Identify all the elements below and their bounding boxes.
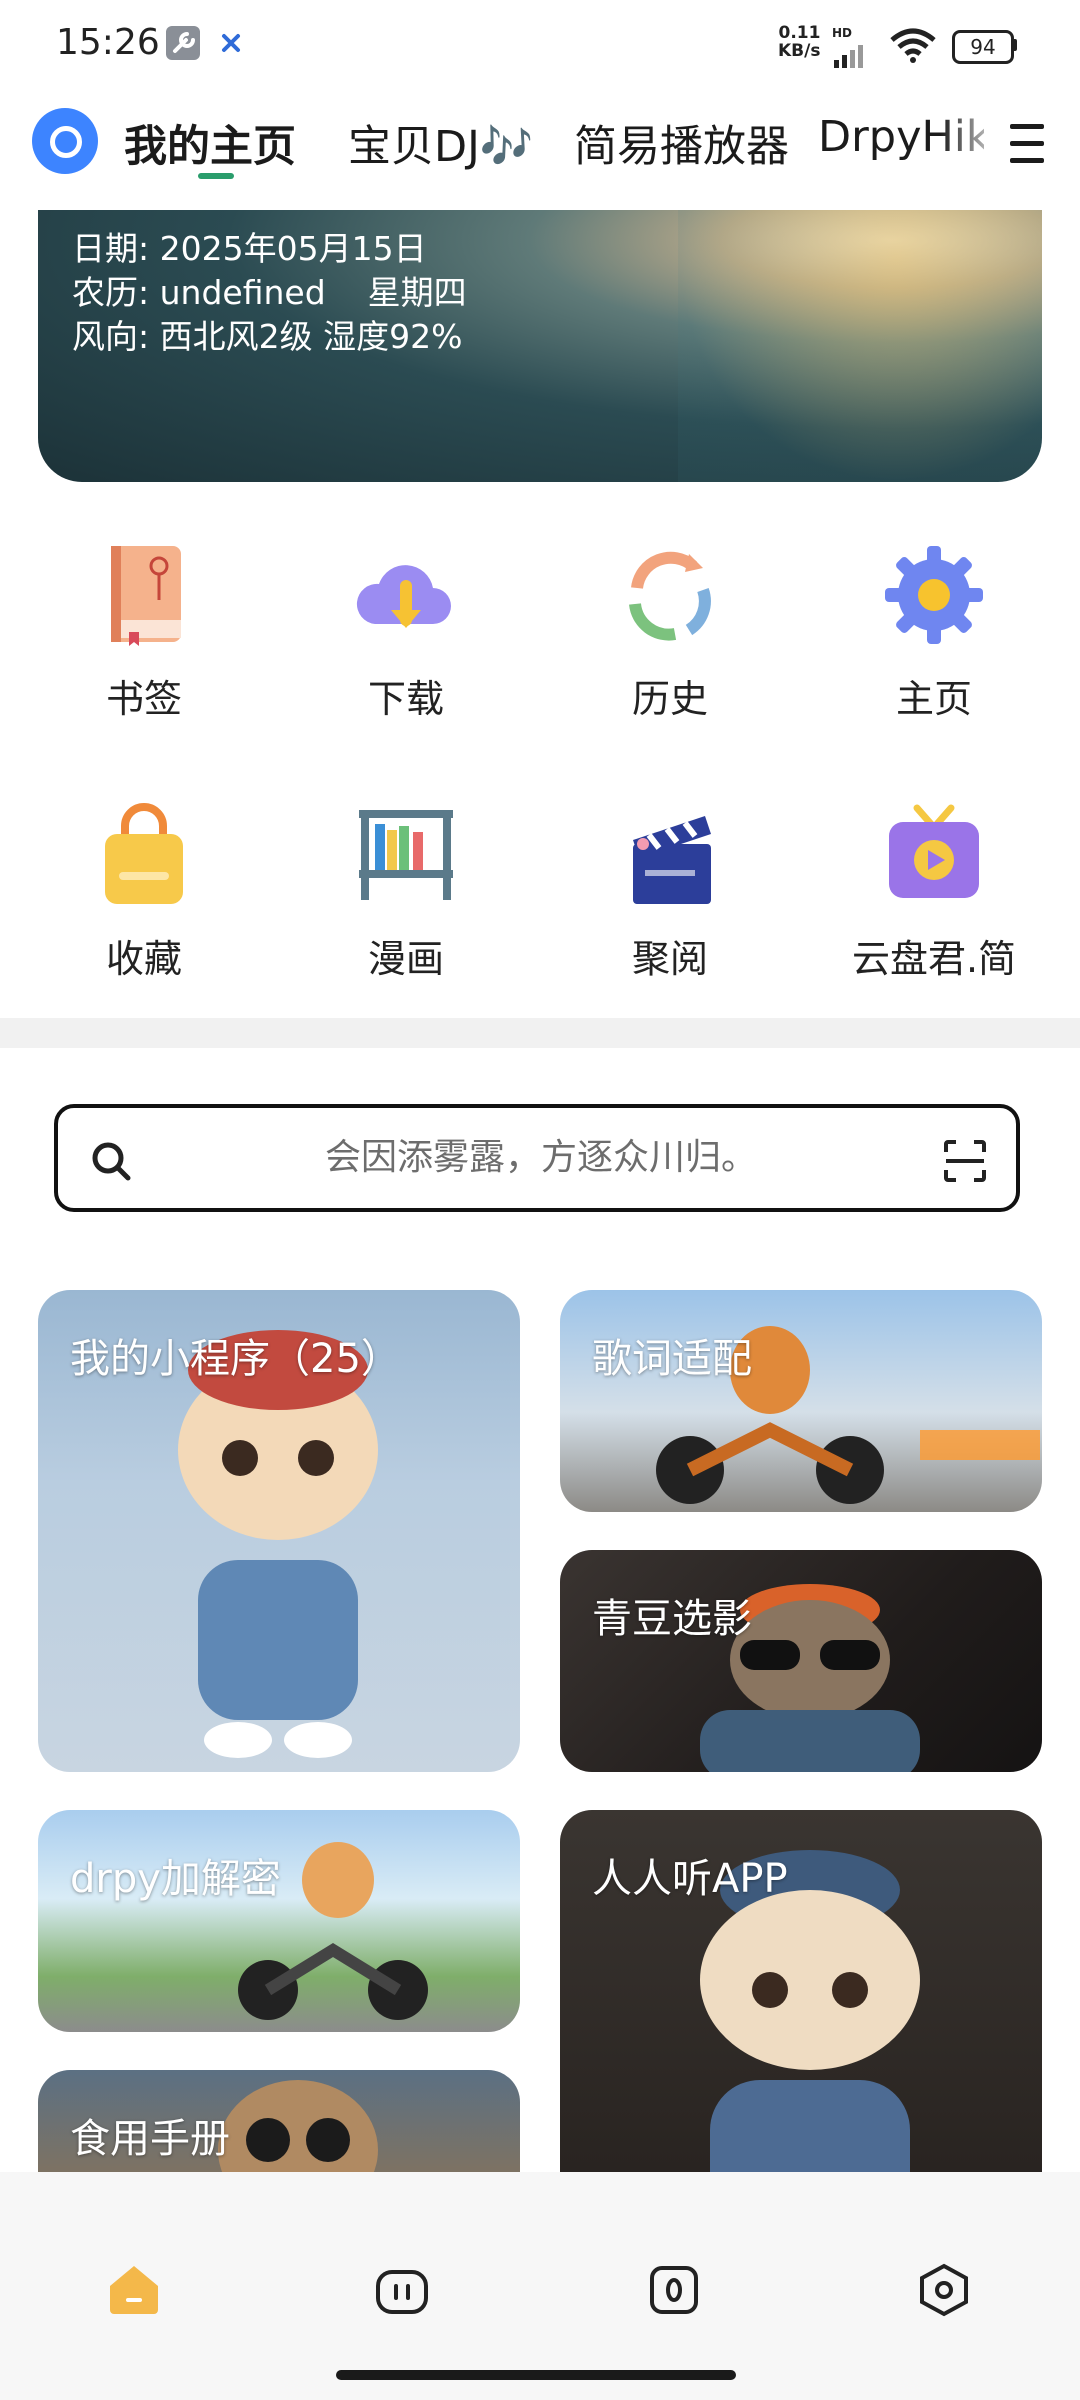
- card-drpy-crypto[interactable]: drpy加解密: [38, 1810, 520, 2032]
- search-input[interactable]: 会因添雾露，方逐众川归。: [58, 1108, 1024, 1208]
- card-title: 歌词适配: [592, 1336, 752, 1382]
- grid-label: 漫画: [367, 937, 444, 981]
- history-cycle-icon: [615, 540, 725, 650]
- grid-item-juyue[interactable]: 聚阅: [540, 800, 800, 983]
- tv-play-icon: [879, 800, 989, 910]
- grid-label: 历史: [631, 677, 708, 721]
- scan-icon[interactable]: [942, 1138, 986, 1182]
- card-mini-programs[interactable]: 我的小程序（25）: [38, 1290, 520, 1772]
- clapperboard-icon: [615, 800, 725, 910]
- shopping-bag-icon: [89, 800, 199, 910]
- card-renrenting[interactable]: 人人听APP: [560, 1810, 1042, 2210]
- search-box[interactable]: 会因添雾露，方逐众川归。: [54, 1104, 1020, 1212]
- tab-home[interactable]: 我的主页: [124, 112, 296, 174]
- weather-lunar: 农历: undefined 星期四: [72, 273, 467, 312]
- grid-item-comics[interactable]: 漫画: [276, 800, 536, 983]
- logo-ring-icon: [50, 126, 82, 158]
- wifi-icon: [888, 26, 938, 68]
- card-title: 青豆选影: [592, 1596, 752, 1642]
- gear-icon: [879, 540, 989, 650]
- grid-item-download[interactable]: 下载: [276, 540, 536, 723]
- menu-icon[interactable]: [1010, 124, 1044, 164]
- cat-sunglasses-illustration: [700, 1584, 920, 1772]
- hd-signal-icon: HD: [832, 26, 878, 74]
- grid-item-bookmark[interactable]: 书签: [14, 540, 274, 723]
- grid-item-cloud-drive[interactable]: 云盘君.简: [804, 800, 1064, 983]
- tab-active-indicator: [198, 173, 234, 179]
- grid-item-homepage[interactable]: 主页: [804, 540, 1064, 723]
- hexagon-settings-icon[interactable]: [916, 2262, 972, 2318]
- x-app-icon: [214, 26, 248, 60]
- status-bar: 15:26 0.11 KB/s HD 94: [0, 0, 1080, 92]
- battery-indicator: 94: [952, 30, 1014, 64]
- wrench-icon: [166, 26, 200, 60]
- grid-label: 下载: [367, 677, 444, 721]
- app-logo[interactable]: [32, 108, 98, 174]
- grid-label: 云盘君.简: [851, 937, 1017, 981]
- tab-fade: [940, 100, 1020, 180]
- weather-date: 日期: 2025年05月15日: [72, 229, 427, 268]
- tab-simple-player[interactable]: 简易播放器: [574, 112, 789, 174]
- section-divider: [0, 1018, 1080, 1048]
- grid-label: 书签: [105, 677, 182, 721]
- network-speed: 0.11 KB/s: [778, 23, 821, 61]
- card-title: drpy加解密: [70, 1856, 281, 1902]
- status-time: 15:26: [56, 22, 160, 63]
- grid-label: 聚阅: [631, 937, 708, 981]
- zero-square-icon[interactable]: [646, 2262, 702, 2318]
- grid-item-favorites[interactable]: 收藏: [14, 800, 274, 983]
- grid-label: 收藏: [105, 937, 182, 981]
- grid-item-history[interactable]: 历史: [540, 540, 800, 723]
- card-qingdou[interactable]: 青豆选影: [560, 1550, 1042, 1772]
- home-indicator[interactable]: [336, 2370, 736, 2380]
- bookshelf-icon: [351, 800, 461, 910]
- tab-baby-dj[interactable]: 宝贝DJ🎶: [348, 112, 533, 174]
- card-lyrics[interactable]: 歌词适配: [560, 1290, 1042, 1512]
- grid-label: 主页: [895, 677, 972, 721]
- battery-cap: [1012, 39, 1017, 51]
- card-title: 我的小程序（25）: [70, 1336, 401, 1382]
- weather-wind: 风向: 西北风2级 湿度92%: [72, 317, 463, 356]
- card-title: 人人听APP: [592, 1856, 788, 1902]
- card-title: 食用手册: [70, 2116, 230, 2162]
- home-icon[interactable]: [106, 2262, 162, 2318]
- pause-face-icon[interactable]: [374, 2262, 430, 2318]
- bookmark-book-icon: [89, 540, 199, 650]
- cloud-download-icon: [351, 540, 461, 650]
